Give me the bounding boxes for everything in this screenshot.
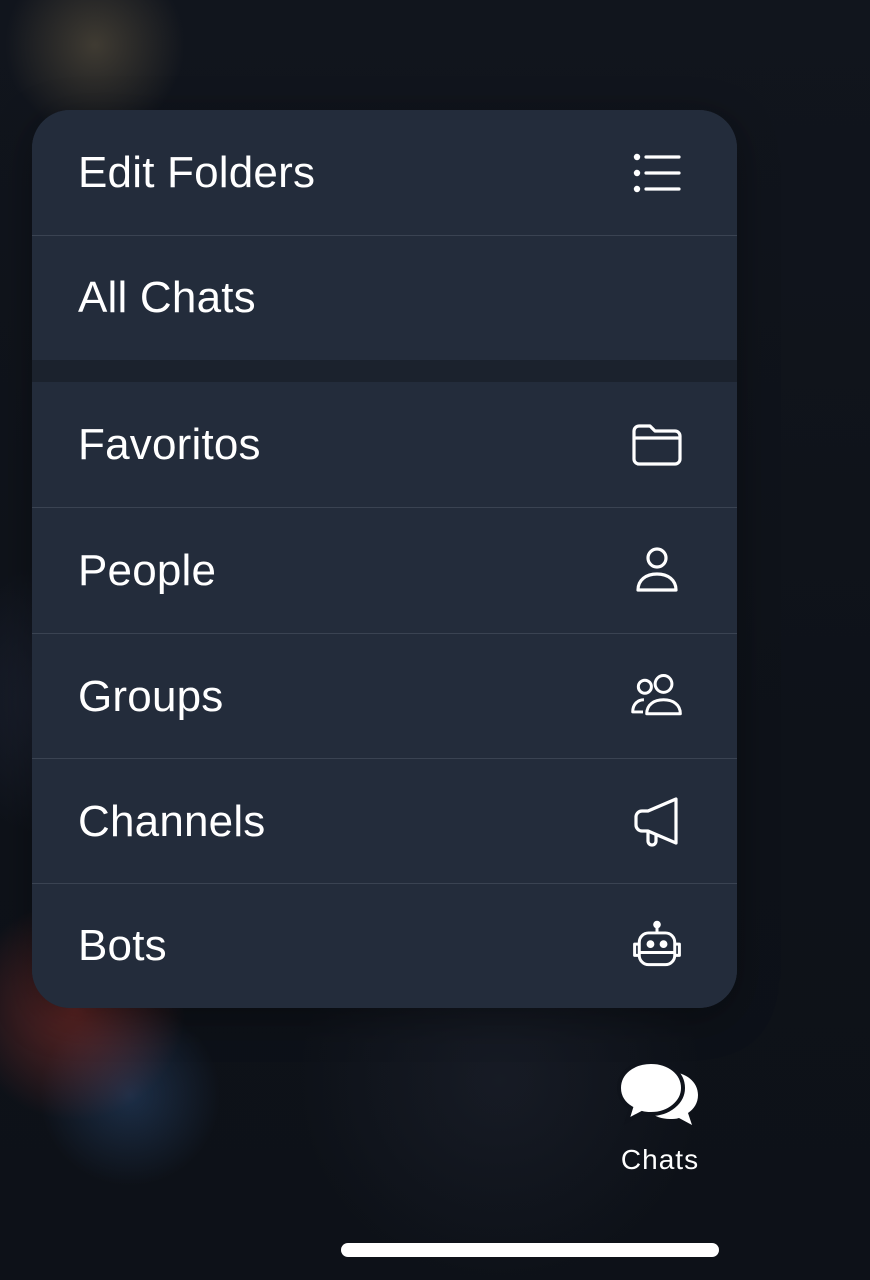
menu-item-all-chats[interactable]: All Chats xyxy=(32,236,737,360)
menu-item-label: Favoritos xyxy=(78,419,261,469)
menu-item-bots[interactable]: Bots xyxy=(32,884,737,1008)
section-separator xyxy=(32,360,737,382)
menu-item-label: Groups xyxy=(78,671,224,721)
folder-icon xyxy=(629,417,685,473)
group-icon xyxy=(629,669,685,725)
menu-item-edit-folders[interactable]: Edit Folders xyxy=(32,110,737,235)
menu-item-label: Bots xyxy=(78,921,167,970)
menu-item-label: People xyxy=(78,545,217,595)
person-icon xyxy=(629,543,685,599)
home-indicator xyxy=(341,1243,719,1257)
tab-chats[interactable]: Chats xyxy=(600,1058,720,1183)
menu-item-favoritos[interactable]: Favoritos xyxy=(32,382,737,507)
menu-item-channels[interactable]: Channels xyxy=(32,759,737,884)
menu-item-label: Edit Folders xyxy=(78,147,316,197)
robot-icon xyxy=(629,918,685,974)
megaphone-icon xyxy=(629,794,685,850)
menu-item-people[interactable]: People xyxy=(32,508,737,633)
menu-item-label: Channels xyxy=(78,796,266,846)
list-icon xyxy=(629,145,685,201)
menu-item-groups[interactable]: Groups xyxy=(32,634,737,759)
chat-bubbles-icon xyxy=(616,1059,698,1126)
tab-chats-label: Chats xyxy=(620,1144,700,1175)
folders-context-menu: Edit Folders All Chats Favoritos People … xyxy=(32,110,737,1008)
menu-item-label: All Chats xyxy=(78,273,256,322)
